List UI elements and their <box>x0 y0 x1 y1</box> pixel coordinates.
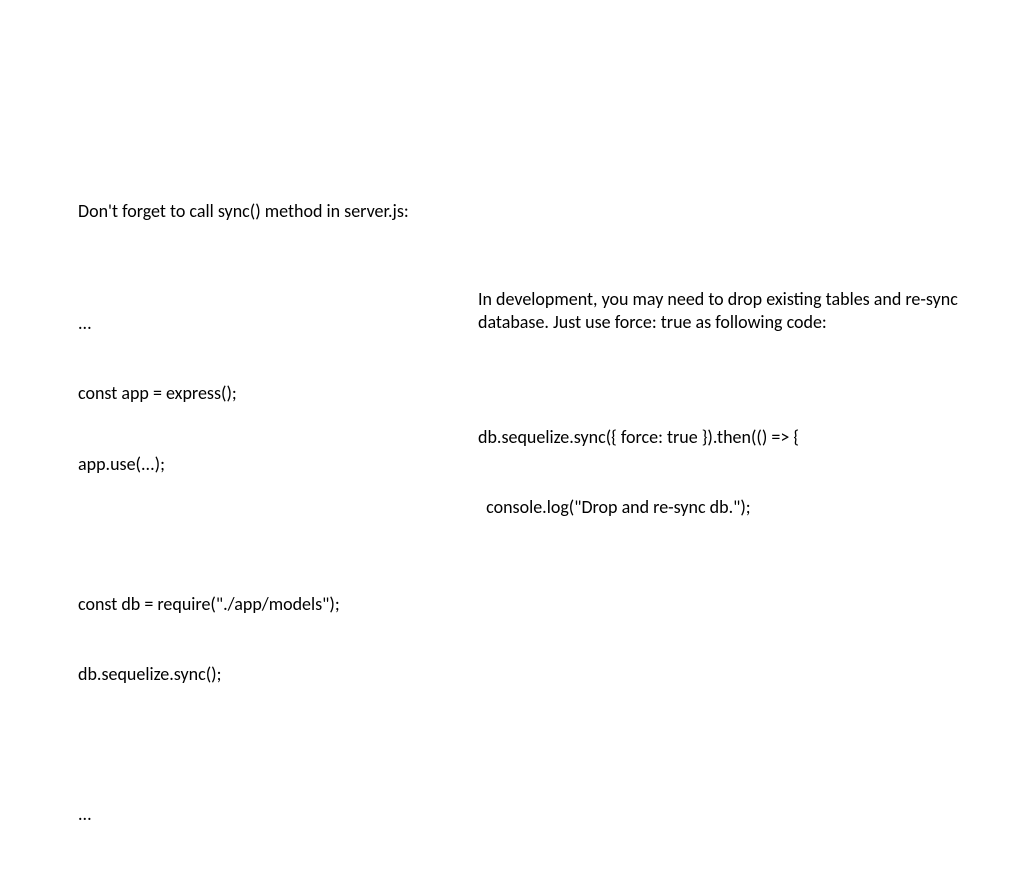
left-column: Don't forget to call sync() method in se… <box>78 200 478 874</box>
code-line: const db = require("./app/models"); <box>78 593 478 616</box>
code-line: ... <box>78 803 478 826</box>
code-line: db.sequelize.sync({ force: true }).then(… <box>478 426 1008 449</box>
right-intro-text: In development, you may need to drop exi… <box>478 288 1008 335</box>
code-line: app.use(...); <box>78 453 478 476</box>
right-code-block: db.sequelize.sync({ force: true }).then(… <box>478 379 1008 566</box>
code-line: console.log("Drop and re-sync db."); <box>478 496 1008 519</box>
code-line <box>78 523 478 546</box>
left-code-block: ... const app = express(); app.use(...);… <box>78 265 478 873</box>
code-line: const app = express(); <box>78 382 478 405</box>
left-intro-text: Don't forget to call sync() method in se… <box>78 200 478 223</box>
code-line: ... <box>78 312 478 335</box>
code-line <box>78 733 478 756</box>
code-line: db.sequelize.sync(); <box>78 663 478 686</box>
right-column: In development, you may need to drop exi… <box>478 288 1008 566</box>
